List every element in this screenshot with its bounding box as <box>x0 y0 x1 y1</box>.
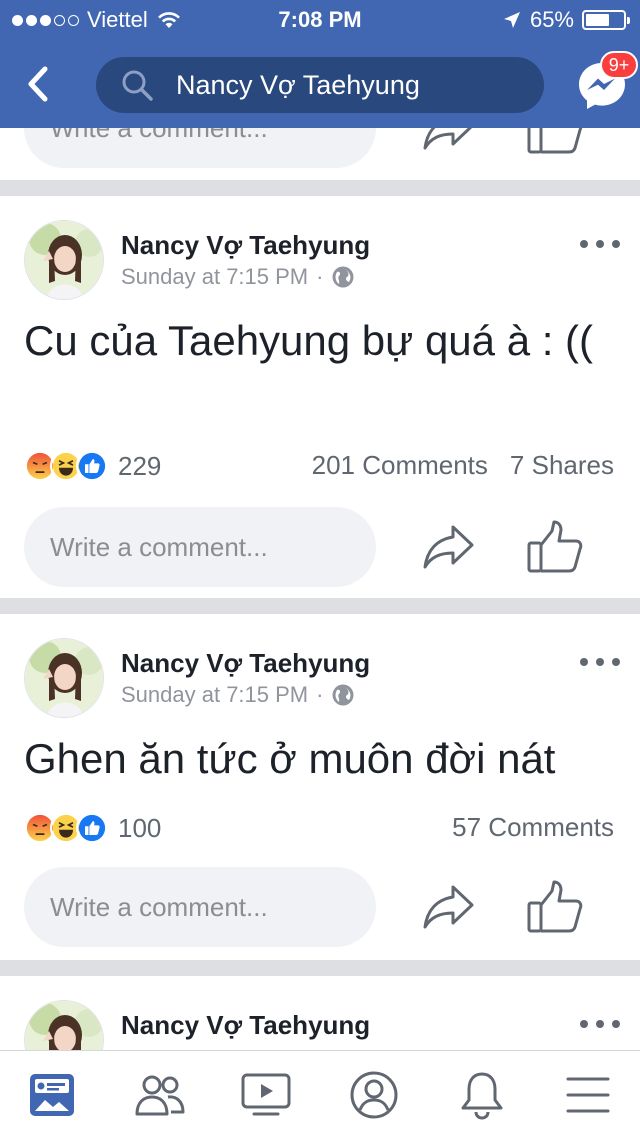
chevron-left-icon <box>28 66 48 102</box>
news-feed-icon <box>30 1074 74 1116</box>
comment-input[interactable]: Write a comment... <box>24 867 376 947</box>
tab-news-feed[interactable] <box>24 1067 80 1123</box>
like-icon[interactable] <box>526 128 584 156</box>
battery-icon <box>582 10 630 30</box>
post-text: Ghen ăn tức ở muôn đời nát <box>24 735 556 782</box>
post-author[interactable]: Nancy Vợ Taehyung <box>121 1010 370 1041</box>
globe-icon <box>332 684 354 706</box>
reaction-count: 100 <box>118 812 162 843</box>
post-author[interactable]: Nancy Vợ Taehyung <box>121 648 370 679</box>
post-meta: Sunday at 7:15 PM · <box>121 682 355 708</box>
top-bar: Viettel 7:08 PM 65% Nancy Vợ Taehyung <box>0 0 640 128</box>
post-header: Nancy Vợ Taehyung Sunday at 7:15 PM · <box>0 196 640 306</box>
tab-profile[interactable] <box>346 1067 402 1123</box>
post-stats: 100 57 Comments <box>0 808 640 848</box>
post-header: Nancy Vợ Taehyung <box>0 976 640 1050</box>
search-text: Nancy Vợ Taehyung <box>176 69 420 100</box>
more-options-button[interactable] <box>580 232 620 256</box>
avatar[interactable] <box>24 638 104 718</box>
reaction-summary[interactable]: 100 <box>24 812 161 844</box>
battery-percent: 65% <box>529 7 574 32</box>
tab-notifications[interactable] <box>454 1067 510 1123</box>
tab-menu[interactable] <box>560 1067 616 1123</box>
post-meta: Sunday at 7:15 PM · <box>121 264 355 290</box>
post-card: Nancy Vợ Taehyung Sunday at 7:15 PM · Gh… <box>0 614 640 960</box>
menu-icon <box>566 1077 610 1113</box>
tab-friends[interactable] <box>132 1067 188 1123</box>
post-card-partial: Nancy Vợ Taehyung <box>0 976 640 1050</box>
like-icon[interactable] <box>526 879 584 935</box>
post-time[interactable]: Sunday at 7:15 PM <box>121 682 308 708</box>
post-text: Cu của Taehyung bự quá à : (( <box>24 317 594 364</box>
reaction-summary[interactable]: 229 <box>24 450 161 482</box>
notifications-icon <box>461 1072 503 1120</box>
like-reaction-icon <box>76 450 108 482</box>
more-options-button[interactable] <box>580 1012 620 1036</box>
like-icon[interactable] <box>526 519 584 575</box>
avatar[interactable] <box>24 220 104 300</box>
comment-input[interactable]: Write a comment... <box>24 507 376 587</box>
post-stats: 229 201 Comments 7 Shares <box>0 446 640 486</box>
comments-count[interactable]: 57 Comments <box>452 812 614 843</box>
comment-input[interactable]: Write a comment... <box>24 128 376 168</box>
search-input[interactable]: Nancy Vợ Taehyung <box>96 57 544 113</box>
friends-icon <box>135 1075 185 1116</box>
comments-count[interactable]: 201 Comments <box>312 450 488 481</box>
location-arrow-icon <box>503 12 520 28</box>
watch-icon <box>241 1073 291 1116</box>
post-card-partial: Write a comment... <box>0 128 640 180</box>
news-feed: Write a comment... Nancy Vợ Taehyung Sun… <box>0 128 640 1050</box>
messenger-badge: 9+ <box>600 51 638 79</box>
meta-separator: · <box>316 682 324 707</box>
reaction-count: 229 <box>118 450 162 481</box>
bottom-tab-bar <box>0 1050 640 1136</box>
globe-icon <box>332 266 354 288</box>
like-reaction-icon <box>76 812 108 844</box>
avatar[interactable] <box>24 1000 104 1050</box>
shares-count[interactable]: 7 Shares <box>510 450 614 481</box>
post-stats-right: 201 Comments 7 Shares <box>312 450 614 481</box>
comment-row: Write a comment... <box>0 507 640 587</box>
share-icon[interactable] <box>420 881 476 931</box>
status-bar: Viettel 7:08 PM 65% <box>0 0 640 40</box>
share-icon[interactable] <box>420 521 476 571</box>
search-icon <box>122 70 153 101</box>
tab-watch[interactable] <box>238 1067 294 1123</box>
post-card: Nancy Vợ Taehyung Sunday at 7:15 PM · Cu… <box>0 196 640 598</box>
profile-icon <box>350 1071 398 1119</box>
share-icon[interactable] <box>420 128 476 152</box>
post-header: Nancy Vợ Taehyung Sunday at 7:15 PM · <box>0 614 640 724</box>
post-author[interactable]: Nancy Vợ Taehyung <box>121 230 370 261</box>
meta-separator: · <box>316 264 324 289</box>
back-button[interactable] <box>18 60 58 108</box>
comment-row: Write a comment... <box>0 867 640 947</box>
post-stats-right: 57 Comments <box>452 812 614 843</box>
more-options-button[interactable] <box>580 650 620 674</box>
battery-level <box>586 14 610 26</box>
post-time[interactable]: Sunday at 7:15 PM <box>121 264 308 290</box>
nav-bar: Nancy Vợ Taehyung <box>0 40 640 128</box>
comment-row: Write a comment... <box>0 128 640 168</box>
status-right: 65% <box>502 7 630 33</box>
